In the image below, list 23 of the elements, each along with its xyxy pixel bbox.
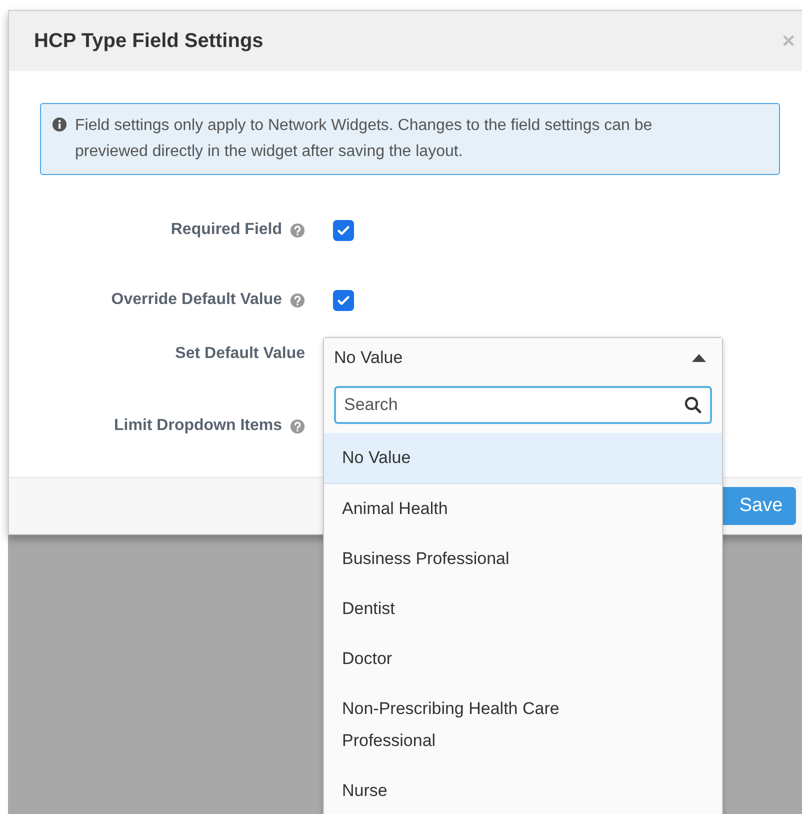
info-text: Field settings only apply to Network Widgets. Changes to the field settings can be previewed directly in the widget after saving the layout. bbox=[75, 116, 654, 162]
caret-up-icon bbox=[692, 354, 706, 362]
field-label: Set Default Value bbox=[175, 344, 305, 364]
dropdown-option[interactable]: No Value bbox=[324, 433, 722, 484]
field-label: Override Default Value bbox=[111, 290, 282, 310]
default-value-select[interactable]: No Value bbox=[324, 338, 722, 378]
field-label: Limit Dropdown Items bbox=[114, 416, 282, 436]
dialog-title: HCP Type Field Settings bbox=[34, 29, 264, 54]
search-icon bbox=[684, 396, 702, 414]
dropdown-option[interactable]: Nurse bbox=[324, 766, 722, 814]
select-value: No Value bbox=[334, 347, 403, 370]
field-label: Required Field bbox=[170, 220, 282, 240]
info-icon bbox=[52, 117, 67, 132]
checkbox[interactable] bbox=[333, 220, 354, 240]
help-icon[interactable] bbox=[290, 222, 305, 238]
help-icon[interactable] bbox=[290, 418, 305, 434]
help-icon[interactable] bbox=[290, 292, 305, 308]
dropdown-option[interactable]: Non-Prescribing Health Care Professional bbox=[324, 684, 722, 766]
search-field[interactable]: Search bbox=[334, 386, 712, 424]
checkbox[interactable] bbox=[333, 290, 354, 310]
dropdown-option[interactable]: Doctor bbox=[324, 634, 722, 684]
dropdown-option[interactable]: Dentist bbox=[324, 584, 722, 634]
dropdown-option[interactable]: Business Professional bbox=[324, 534, 722, 584]
